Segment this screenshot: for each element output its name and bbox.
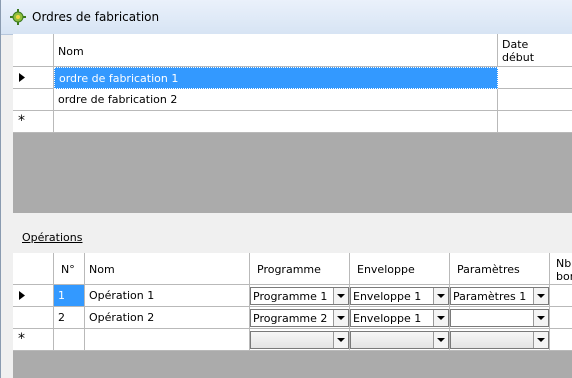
dropdown-value: Enveloppe 1 [353, 290, 422, 303]
column-header-enveloppe[interactable]: Enveloppe [350, 253, 450, 285]
current-row-arrow-icon [19, 291, 25, 300]
column-header-label: début [502, 51, 535, 64]
column-header-label: Paramètres [457, 263, 520, 276]
column-header-date-debut[interactable]: Date début [498, 34, 572, 67]
table-cell-date-debut[interactable] [498, 111, 572, 133]
table-cell-nbr-bons[interactable] [550, 329, 572, 351]
chevron-down-icon[interactable] [533, 310, 548, 326]
cell-text: 2 [58, 311, 65, 324]
orders-grid[interactable]: Nom Date début ordre de fabrication 1 or… [13, 34, 572, 213]
chevron-down-icon[interactable] [533, 332, 548, 348]
dropdown-value: Programme 1 [253, 290, 328, 303]
enveloppe-dropdown[interactable]: Enveloppe 1 [350, 309, 449, 327]
title-bar: Ordres de fabrication [1, 0, 572, 35]
column-header-label: Nbr [556, 257, 572, 270]
parametres-dropdown[interactable]: Paramètres 1 [450, 287, 549, 305]
table-cell-programme: Programme 2 [250, 307, 350, 329]
column-header-label: Programme [257, 263, 321, 276]
table-cell-enveloppe [350, 329, 450, 351]
table-cell-enveloppe: Enveloppe 1 [350, 307, 450, 329]
operations-link[interactable]: Opérations [22, 231, 82, 244]
chevron-down-icon[interactable] [333, 332, 348, 348]
dropdown-value: Enveloppe 1 [353, 312, 422, 325]
row-header[interactable] [13, 307, 54, 329]
operations-panel: Opérations N° Nom Programme Enveloppe Pa… [13, 219, 572, 378]
chevron-down-icon[interactable] [533, 288, 548, 304]
operations-grid[interactable]: N° Nom Programme Enveloppe Paramètres Nb… [13, 253, 572, 378]
chevron-down-icon[interactable] [333, 310, 348, 326]
table-cell-nom[interactable] [54, 111, 498, 133]
row-header[interactable] [13, 89, 54, 111]
table-cell-parametres: Paramètres 1 [450, 285, 550, 307]
table-cell-date-debut[interactable] [498, 89, 572, 111]
column-header-label: Nom [58, 45, 84, 58]
column-header-num[interactable]: N° [54, 253, 85, 285]
column-header-programme[interactable]: Programme [250, 253, 350, 285]
row-header[interactable] [13, 285, 54, 307]
cell-text: Opération 1 [89, 289, 155, 302]
cell-text: ordre de fabrication 1 [59, 72, 179, 85]
column-header-label: Date [502, 38, 529, 51]
new-row-asterisk-icon: * [18, 113, 25, 129]
column-header-nom[interactable]: Nom [54, 34, 498, 67]
new-row-header[interactable]: * [13, 111, 54, 133]
table-cell-nbr-bons[interactable] [550, 307, 572, 329]
dropdown-value: Paramètres 1 [453, 290, 527, 303]
cell-text: 1 [58, 289, 65, 302]
table-cell-num[interactable]: 2 [54, 307, 85, 329]
column-header-parametres[interactable]: Paramètres [450, 253, 550, 285]
table-cell-nom[interactable]: Opération 1 [85, 285, 250, 307]
programme-dropdown[interactable]: Programme 1 [250, 287, 349, 305]
table-cell-nom[interactable] [85, 329, 250, 351]
column-header-label: N° [61, 263, 75, 276]
current-row-arrow-icon [19, 73, 25, 82]
app-gear-icon [10, 9, 26, 25]
parametres-dropdown[interactable] [450, 309, 549, 327]
column-header-label: Nom [89, 263, 115, 276]
operations-corner-header [13, 253, 54, 285]
programme-dropdown[interactable] [250, 331, 349, 349]
table-cell-programme: Programme 1 [250, 285, 350, 307]
table-cell-nom[interactable]: ordre de fabrication 1 [54, 67, 498, 89]
chevron-down-icon[interactable] [433, 310, 448, 326]
cell-text: ordre de fabrication 2 [58, 93, 178, 106]
new-row-header[interactable]: * [13, 329, 54, 351]
table-cell-enveloppe: Enveloppe 1 [350, 285, 450, 307]
cell-text: Opération 2 [89, 311, 155, 324]
chevron-down-icon[interactable] [333, 288, 348, 304]
table-cell-nom[interactable]: ordre de fabrication 2 [54, 89, 498, 111]
new-row-asterisk-icon: * [18, 331, 25, 347]
table-cell-date-debut[interactable] [498, 67, 572, 89]
programme-dropdown[interactable]: Programme 2 [250, 309, 349, 327]
table-cell-programme [250, 329, 350, 351]
row-header[interactable] [13, 67, 54, 89]
parametres-dropdown[interactable] [450, 331, 549, 349]
enveloppe-dropdown[interactable]: Enveloppe 1 [350, 287, 449, 305]
chevron-down-icon[interactable] [433, 332, 448, 348]
orders-corner-header [13, 34, 54, 67]
column-header-nom[interactable]: Nom [85, 253, 250, 285]
table-cell-nom[interactable]: Opération 2 [85, 307, 250, 329]
column-header-nbr-bons[interactable]: Nbr bon [550, 253, 572, 285]
window-title: Ordres de fabrication [32, 10, 160, 24]
dropdown-value: Programme 2 [253, 312, 328, 325]
table-cell-nbr-bons[interactable] [550, 285, 572, 307]
table-cell-parametres [450, 329, 550, 351]
enveloppe-dropdown[interactable] [350, 331, 449, 349]
table-cell-parametres [450, 307, 550, 329]
chevron-down-icon[interactable] [433, 288, 448, 304]
column-header-label: bon [556, 270, 572, 283]
main-window: Ordres de fabrication Nom Date début ord… [0, 0, 572, 378]
column-header-label: Enveloppe [357, 263, 415, 276]
table-cell-num[interactable] [54, 329, 85, 351]
table-cell-num[interactable]: 1 [54, 285, 85, 307]
